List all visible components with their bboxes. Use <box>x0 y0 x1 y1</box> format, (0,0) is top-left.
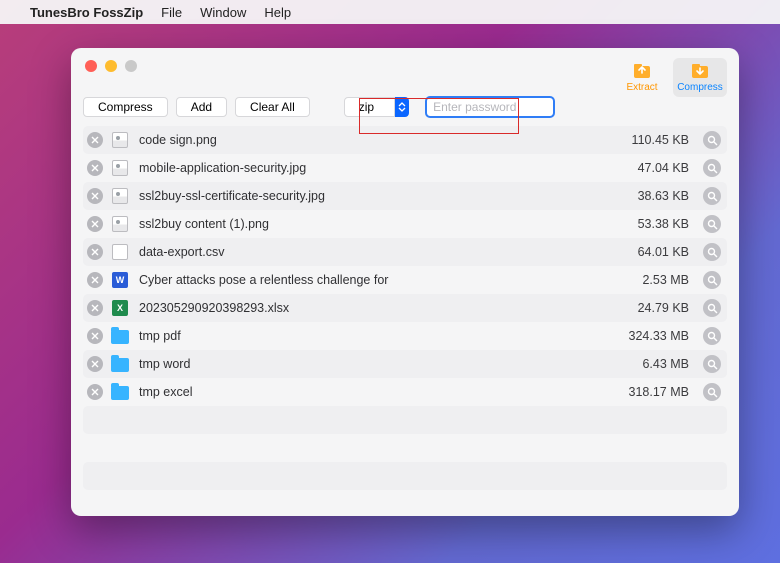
compress-mode-button[interactable]: Compress <box>673 58 727 97</box>
folder-icon <box>111 327 129 345</box>
file-row[interactable]: tmp word6.43 MB <box>83 350 727 378</box>
compress-label: Compress <box>677 82 723 93</box>
file-name: tmp pdf <box>139 329 613 343</box>
menu-window[interactable]: Window <box>200 5 246 20</box>
remove-file-button[interactable] <box>87 272 103 288</box>
file-size: 324.33 MB <box>613 329 703 343</box>
file-name: ssl2buy content (1).png <box>139 217 613 231</box>
csv-file-icon <box>111 243 129 261</box>
zoom-window-button[interactable] <box>125 60 137 72</box>
window-traffic-lights <box>85 60 137 72</box>
excel-file-icon <box>111 299 129 317</box>
file-row[interactable]: tmp pdf324.33 MB <box>83 322 727 350</box>
file-size: 24.79 KB <box>613 301 703 315</box>
file-size: 110.45 KB <box>613 133 703 147</box>
file-size: 64.01 KB <box>613 245 703 259</box>
reveal-file-button[interactable] <box>703 159 721 177</box>
file-name: tmp excel <box>139 385 613 399</box>
file-size: 53.38 KB <box>613 217 703 231</box>
file-name: ssl2buy-ssl-certificate-security.jpg <box>139 189 613 203</box>
file-row[interactable]: ssl2buy content (1).png53.38 KB <box>83 210 727 238</box>
remove-file-button[interactable] <box>87 300 103 316</box>
folder-icon <box>111 355 129 373</box>
action-toolbar: Compress Add Clear All zip <box>71 94 739 120</box>
remove-file-button[interactable] <box>87 328 103 344</box>
add-button[interactable]: Add <box>176 97 227 117</box>
compress-button[interactable]: Compress <box>83 97 168 117</box>
format-selector[interactable]: zip <box>344 97 409 117</box>
close-window-button[interactable] <box>85 60 97 72</box>
reveal-file-button[interactable] <box>703 187 721 205</box>
image-file-icon <box>111 215 129 233</box>
reveal-file-button[interactable] <box>703 299 721 317</box>
remove-file-button[interactable] <box>87 188 103 204</box>
menu-file[interactable]: File <box>161 5 182 20</box>
reveal-file-button[interactable] <box>703 131 721 149</box>
file-size: 47.04 KB <box>613 161 703 175</box>
extract-icon <box>631 60 653 80</box>
remove-file-button[interactable] <box>87 216 103 232</box>
image-file-icon <box>111 159 129 177</box>
folder-icon <box>111 383 129 401</box>
clear-all-button[interactable]: Clear All <box>235 97 310 117</box>
password-input[interactable] <box>433 100 547 114</box>
file-name: mobile-application-security.jpg <box>139 161 613 175</box>
reveal-file-button[interactable] <box>703 215 721 233</box>
remove-file-button[interactable] <box>87 160 103 176</box>
file-list: code sign.png110.45 KBmobile-application… <box>71 126 739 516</box>
extract-label: Extract <box>626 82 657 93</box>
file-size: 318.17 MB <box>613 385 703 399</box>
file-row[interactable]: code sign.png110.45 KB <box>83 126 727 154</box>
app-window: Extract Compress Compress Add Clear All … <box>71 48 739 516</box>
empty-row <box>83 406 727 434</box>
minimize-window-button[interactable] <box>105 60 117 72</box>
file-row[interactable]: data-export.csv64.01 KB <box>83 238 727 266</box>
remove-file-button[interactable] <box>87 356 103 372</box>
reveal-file-button[interactable] <box>703 243 721 261</box>
file-row[interactable]: tmp excel318.17 MB <box>83 378 727 406</box>
reveal-file-button[interactable] <box>703 383 721 401</box>
chevron-down-icon <box>398 107 406 113</box>
word-file-icon <box>111 271 129 289</box>
file-size: 38.63 KB <box>613 189 703 203</box>
reveal-file-button[interactable] <box>703 271 721 289</box>
remove-file-button[interactable] <box>87 244 103 260</box>
reveal-file-button[interactable] <box>703 327 721 345</box>
file-row[interactable]: Cyber attacks pose a relentless challeng… <box>83 266 727 294</box>
file-row[interactable]: mobile-application-security.jpg47.04 KB <box>83 154 727 182</box>
app-title[interactable]: TunesBro FossZip <box>30 5 143 20</box>
compress-icon <box>689 60 711 80</box>
file-name: 202305290920398293.xlsx <box>139 301 613 315</box>
mode-switcher: Extract Compress <box>615 58 727 97</box>
file-size: 2.53 MB <box>613 273 703 287</box>
menu-help[interactable]: Help <box>264 5 291 20</box>
file-size: 6.43 MB <box>613 357 703 371</box>
file-name: tmp word <box>139 357 613 371</box>
file-name: Cyber attacks pose a relentless challeng… <box>139 273 613 287</box>
format-value[interactable]: zip <box>344 97 395 117</box>
remove-file-button[interactable] <box>87 132 103 148</box>
password-field-wrapper <box>425 96 555 118</box>
file-row[interactable]: 202305290920398293.xlsx24.79 KB <box>83 294 727 322</box>
remove-file-button[interactable] <box>87 384 103 400</box>
window-titlebar: Extract Compress <box>71 48 739 96</box>
image-file-icon <box>111 131 129 149</box>
file-row[interactable]: ssl2buy-ssl-certificate-security.jpg38.6… <box>83 182 727 210</box>
file-name: code sign.png <box>139 133 613 147</box>
empty-row <box>83 462 727 490</box>
format-stepper[interactable] <box>395 97 409 117</box>
empty-row <box>83 434 727 462</box>
extract-mode-button[interactable]: Extract <box>615 58 669 97</box>
mac-menubar: TunesBro FossZip File Window Help <box>0 0 780 24</box>
reveal-file-button[interactable] <box>703 355 721 373</box>
image-file-icon <box>111 187 129 205</box>
file-name: data-export.csv <box>139 245 613 259</box>
